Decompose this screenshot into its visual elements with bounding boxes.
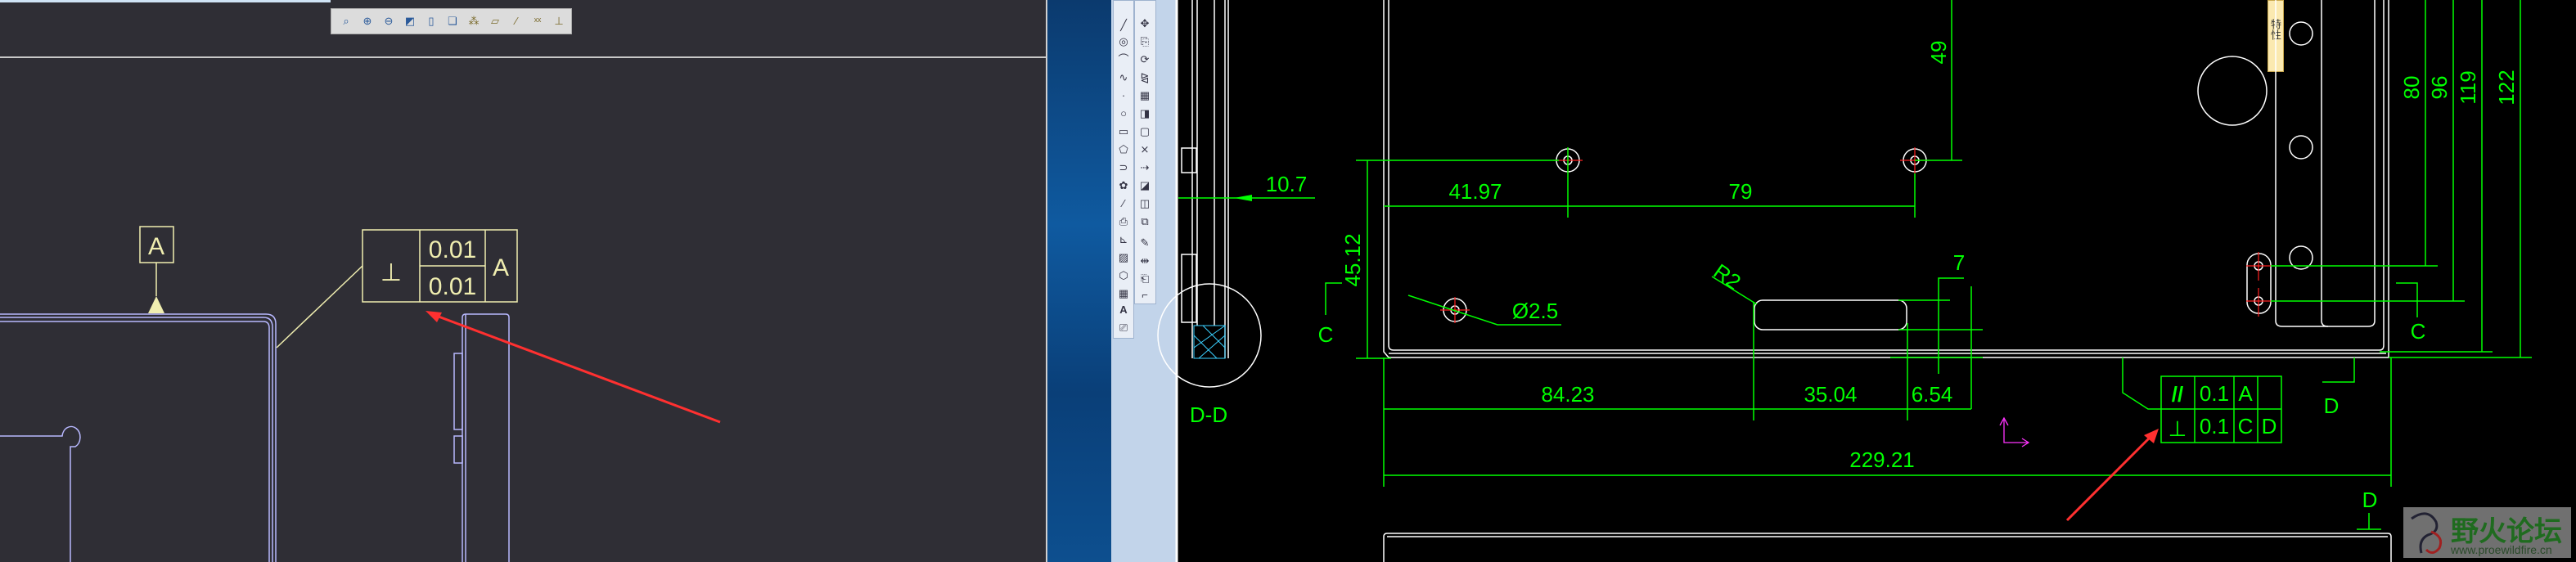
fcf-datum: A: [493, 254, 509, 281]
dim-label: 79: [1729, 179, 1753, 204]
detail-view-dd: D-D: [1157, 0, 1262, 427]
dim-label: 7: [1953, 250, 1965, 275]
red-arrow-right: [2065, 429, 2159, 522]
datum-feature-symbol-a: A: [139, 226, 174, 313]
title-strip: [0, 0, 331, 2]
dim-label: 45.12: [1340, 233, 1365, 286]
left-part-outline: [0, 313, 277, 562]
fcf-datum: A: [2238, 381, 2253, 406]
dim-label: 122: [2494, 70, 2519, 105]
cad-drawing-canvas: A ⊥ 0.01 0.01 A D-D 10.7 41.97 79 45.12 …: [0, 0, 2532, 562]
datum-label: A: [148, 233, 164, 260]
fcf-tolerance-top: 0.01: [429, 236, 476, 263]
watermark: 野火论坛 www.proewildfire.cn: [2403, 507, 2571, 558]
dim-label: 10.7: [1266, 172, 1308, 196]
fcf-symbol: ⊥: [381, 259, 402, 286]
section-label-c: C: [1318, 322, 1334, 347]
dim-10-7: 10.7: [1178, 172, 1315, 201]
dim-label: 35.04: [1804, 382, 1857, 407]
dim-label: 80: [2399, 76, 2424, 100]
dim-label: 49: [1926, 41, 1951, 65]
feature-control-frame-left: ⊥ 0.01 0.01 A: [276, 229, 518, 348]
fcf-datum: C: [2238, 414, 2254, 438]
dim-label: Ø2.5: [1512, 299, 1558, 323]
fcf-parallelism-symbol: //: [2172, 382, 2183, 407]
fcf-tolerance: 0.1: [2200, 381, 2229, 406]
feature-control-frame-right: // 0.1 A ⊥ 0.1 C D: [2122, 357, 2282, 443]
section-label-dd: D-D: [1190, 402, 1227, 427]
main-part-outline: [1383, 0, 2392, 562]
dim-label: 84.23: [1541, 382, 1594, 407]
dimensions: 41.97 79 45.12 C Ø2.5 R2 84.23 35.04 6.5…: [1318, 0, 2532, 530]
fcf-datum: D: [2262, 414, 2277, 438]
right-part-outline: [453, 313, 510, 562]
section-label-c: C: [2411, 319, 2426, 344]
watermark-logo-icon: [2411, 512, 2443, 554]
dim-label: 119: [2456, 70, 2480, 104]
red-arrow-left: [426, 311, 721, 424]
dim-label: 6.54: [1912, 382, 1953, 407]
watermark-url: www.proewildfire.cn: [2451, 543, 2552, 556]
section-label-d: D: [2362, 488, 2378, 512]
ucs-icon: [1999, 416, 2030, 447]
section-label-d: D: [2324, 393, 2340, 418]
fcf-tolerance-bottom: 0.01: [429, 273, 476, 300]
dim-label: 41.97: [1448, 179, 1502, 204]
dim-label: 96: [2427, 76, 2452, 100]
dim-label: 229.21: [1849, 447, 1915, 472]
fcf-tolerance: 0.1: [2200, 414, 2229, 438]
fcf-perpendicularity-symbol: ⊥: [2168, 416, 2187, 441]
dim-label: R2: [1709, 259, 1745, 294]
